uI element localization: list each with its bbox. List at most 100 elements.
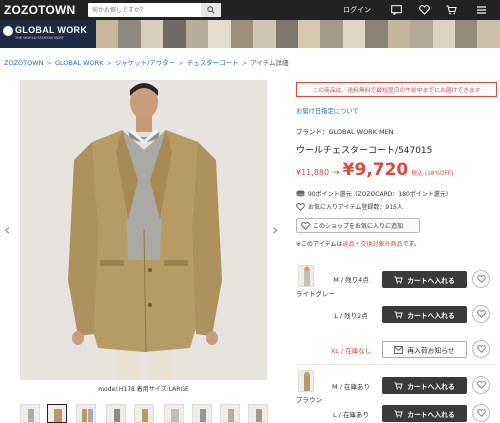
thumbnail-1[interactable] [20,404,40,423]
delivery-date-link[interactable]: お届け日指定について [296,106,359,115]
thumbnail-6[interactable] [164,404,184,423]
brand-tagline: THE WORLD FASHION MART [15,36,64,40]
cart-icon [394,381,403,390]
breadcrumb-category[interactable]: ジャケット/アウター [115,59,175,67]
message-icon [391,5,402,15]
discount-percent: (18%OFF) [424,171,454,177]
brand-banner[interactable]: GLOBAL WORK THE WORLD FASHION MART [0,20,500,48]
cart-icon [394,275,403,284]
brand-line[interactable]: ブランド：GLOBAL WORK MEN [296,126,394,136]
message-button[interactable] [390,4,403,16]
breadcrumb-current: アイテム詳細 [250,59,289,67]
return-note-suffix: です。 [402,241,420,248]
product-title: ウールチェスターコート/547015 [296,146,433,156]
heart-icon [476,310,486,318]
favorite-count: お気に入りアイテム登録数：915人 [296,202,403,211]
size-label: L / 在庫あり [333,411,369,419]
menu-button[interactable] [475,4,488,16]
thumbnail-7[interactable] [192,404,212,423]
product-main-image[interactable] [20,80,267,380]
add-shop-favorite-label: このショップをお気に入りに追加 [313,223,404,230]
thumbnail-3[interactable] [76,404,96,423]
mail-icon [394,345,404,354]
color-swatch-light-gray[interactable] [298,265,314,287]
top-bar: ZOZOTOWN ログイン [0,0,500,20]
thumbnail-9[interactable] [248,404,268,423]
heart-icon [476,409,486,417]
color-swatch-brown[interactable] [298,370,314,392]
return-note: ※このアイテムは返品・交換対象外商品です。 [296,239,420,248]
add-to-cart-label: カートへ入れる [407,276,455,285]
heart-icon [419,5,430,15]
add-to-cart-button[interactable]: カートへ入れる [382,306,467,323]
thumbnail-5[interactable] [134,404,154,423]
thumbnail-2[interactable] [47,404,67,423]
banner-photo-strip [96,20,500,48]
heart-icon [296,202,305,211]
cart-icon [394,310,403,319]
prev-image-arrow[interactable]: ‹ [4,222,10,238]
favorite-count-text: お気に入りアイテム登録数：915人 [308,204,403,211]
add-to-cart-label: カートへ入れる [407,311,455,320]
favorite-item-button[interactable] [472,340,490,358]
cart-icon [394,409,403,418]
original-price: ¥11,880 [296,168,330,177]
thumbnail-4[interactable] [106,404,126,423]
search-button[interactable] [201,3,221,17]
points-icon [296,190,305,197]
favorites-button[interactable] [418,4,431,16]
heart-icon [476,345,486,353]
search-icon [207,6,215,14]
cart-button[interactable] [445,4,458,16]
cart-icon [446,5,457,15]
favorite-item-button[interactable] [472,305,490,323]
restock-notify-label: 再入荷お知らせ [407,346,455,355]
breadcrumb-subcategory[interactable]: チェスターコート [187,59,239,67]
favorite-item-button[interactable] [472,270,490,288]
add-to-cart-label: カートへ入れる [407,382,455,391]
size-label: M / 在庫あり [332,383,370,391]
restock-notify-button[interactable]: 再入荷お知らせ [382,341,467,358]
coat-model-illustration [20,80,267,380]
add-to-cart-button[interactable]: カートへ入れる [382,377,467,394]
price-row: ¥11,880 → ¥9,720 税込 (18%OFF) [296,160,454,182]
color-name-brown: ブラウン [296,396,322,404]
brand-name: GLOBAL WORK [15,25,88,35]
heart-icon [476,381,486,389]
return-note-prefix: ※このアイテムは [296,241,343,248]
price-arrow: → [332,168,340,178]
image-caption: model:H178 着用サイズ:LARGE [98,386,189,393]
heart-icon [301,221,310,230]
favorite-item-button[interactable] [472,376,490,394]
thumbnail-strip [20,404,280,423]
tax-label: 税込 [411,171,423,177]
search-input[interactable] [88,3,200,17]
add-to-cart-button[interactable]: カートへ入れる [382,405,467,422]
variant-divider [296,364,497,365]
site-logo[interactable]: ZOZOTOWN [4,3,75,17]
breadcrumb-home[interactable]: ZOZOTOWN [4,59,44,67]
add-to-cart-label: カートへ入れる [407,410,455,419]
heart-icon [476,275,486,283]
brand-logo-tile: GLOBAL WORK THE WORLD FASHION MART [0,20,96,48]
search-box [88,3,221,17]
next-image-arrow[interactable]: › [272,222,278,238]
size-label-out-of-stock: XL / 在庫なし [330,347,372,355]
brand-mark-icon [3,26,13,36]
color-name-light-gray: ライトグレー [296,290,335,298]
size-label: L / 残り2点 [334,312,368,320]
add-shop-favorite-button[interactable]: このショップをお気に入りに追加 [296,218,420,233]
thumbnail-8[interactable] [220,404,240,423]
menu-icon [477,6,486,14]
return-note-highlight[interactable]: 返品・交換対象外商品 [342,241,402,248]
free-shipping-notice: この商品は、送料無料で最短翌日の午前中までにお届けできます [296,82,497,97]
size-label: M / 残り4点 [333,276,369,284]
favorite-item-button[interactable] [472,404,490,422]
sale-price: ¥9,720 [342,160,409,180]
breadcrumb: ZOZOTOWN > GLOBAL WORK > ジャケット/アウター > チェスターコート… [4,59,289,67]
points-text: 90ポイント還元（ZOZOCARD：180ポイント還元） [308,191,452,198]
add-to-cart-button[interactable]: カートへ入れる [382,271,467,288]
points-info: 90ポイント還元（ZOZOCARD：180ポイント還元） [296,189,452,198]
login-link[interactable]: ログイン [343,5,371,15]
breadcrumb-brand[interactable]: GLOBAL WORK [55,59,103,67]
